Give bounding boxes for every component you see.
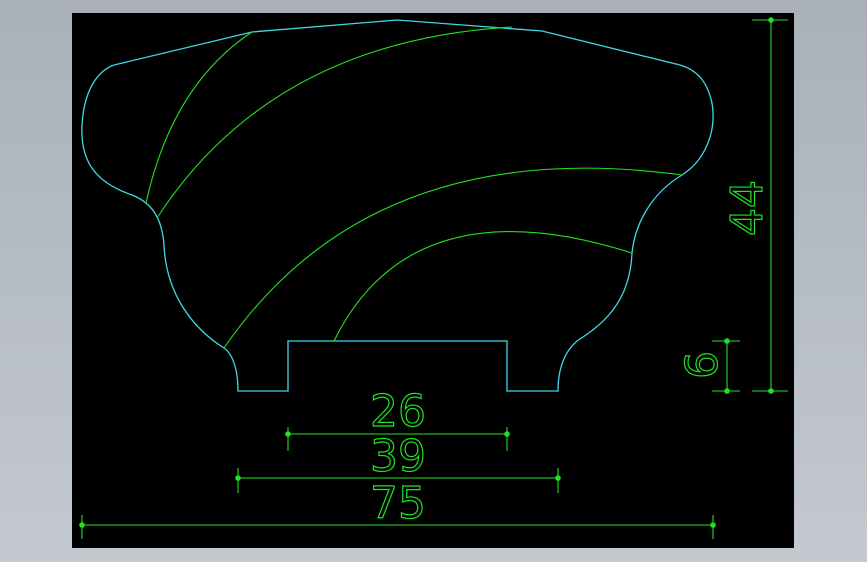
cad-drawing: 26 39 75 44 6 (79, 17, 788, 539)
profile-outline (81, 19, 714, 392)
arc-4 (333, 230, 633, 342)
arc-3 (223, 167, 683, 349)
arc-1 (145, 31, 253, 204)
dimension-39-text: 39 (370, 431, 426, 482)
dimension-44[interactable]: 44 (721, 17, 788, 394)
arc-2 (156, 26, 513, 219)
dimension-75[interactable]: 75 (79, 477, 716, 539)
dimension-44-text: 44 (722, 180, 773, 236)
dimension-26-text: 26 (370, 386, 426, 437)
dimension-6-text: 6 (677, 351, 728, 379)
dimension-6[interactable]: 6 (676, 338, 740, 394)
dimension-75-text: 75 (370, 478, 426, 529)
cad-viewport[interactable]: 26 39 75 44 6 (72, 13, 794, 548)
